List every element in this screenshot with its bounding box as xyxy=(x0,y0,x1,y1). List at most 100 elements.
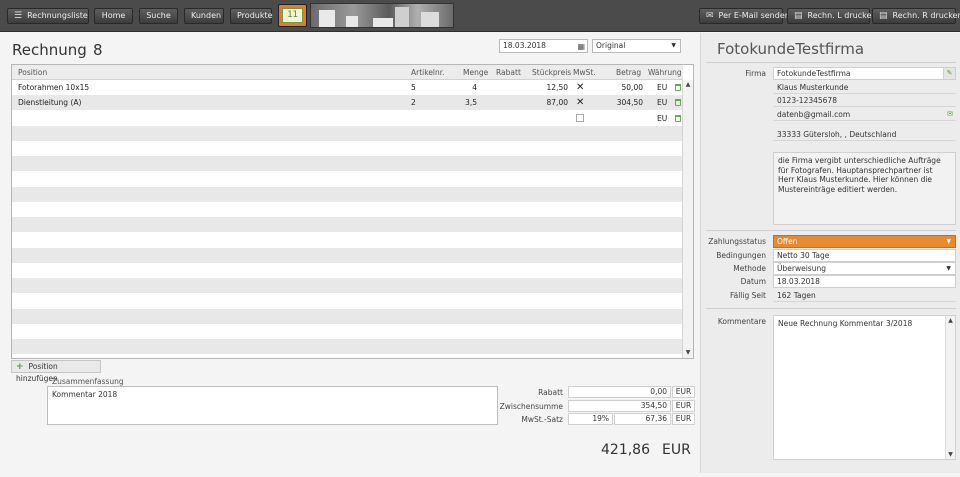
kommentare-textarea[interactable]: Neue Rechnung Kommentar 3/2018 ▲ ▼ xyxy=(773,315,956,460)
add-position-button[interactable]: + Position hinzufügen xyxy=(11,360,101,383)
main-toolbar: ☰ Rechnungsliste Home Suche Kunden Produk… xyxy=(0,0,960,32)
email-field[interactable]: datenb@gmail.com ✉ xyxy=(773,108,956,121)
cell-artikelnr[interactable]: 5 xyxy=(411,80,416,95)
grand-total: 421,86 xyxy=(601,442,650,458)
trash-icon[interactable] xyxy=(675,114,681,122)
version-select[interactable]: Original ▼ xyxy=(592,39,681,53)
methode-label: Methode xyxy=(733,264,766,273)
cell-menge[interactable]: 3,5 xyxy=(465,95,477,110)
summary-textarea[interactable]: Kommentar 2018 xyxy=(47,386,498,425)
rechnungsliste-button[interactable]: ☰ Rechnungsliste xyxy=(7,8,89,24)
table-row[interactable]: Fotorahmen 10x15 5 4 12,50 50,00 EU ✕ xyxy=(12,80,683,95)
cell-menge[interactable]: 4 xyxy=(472,80,477,95)
pencil-icon[interactable]: ✎ xyxy=(943,68,955,79)
invoice-date-value: 18.03.2018 xyxy=(503,41,546,50)
table-row xyxy=(12,263,683,278)
datum-field[interactable]: 18.03.2018 xyxy=(773,275,956,288)
suche-button[interactable]: Suche xyxy=(139,8,178,24)
scroll-up-icon[interactable]: ▲ xyxy=(683,80,693,90)
cell-waehrung[interactable]: EU xyxy=(657,111,667,126)
table-row xyxy=(12,156,683,172)
col-mwst[interactable]: MwSt. xyxy=(573,65,596,80)
print-l-label: Rechn. L drucken xyxy=(807,11,877,20)
brand-banner-image xyxy=(310,3,454,28)
document-icon: ▤ xyxy=(794,11,803,21)
table-row xyxy=(12,247,683,263)
mwst-checkbox-checked[interactable]: ✕ xyxy=(576,95,584,110)
calendar-picker-icon[interactable]: ▦ xyxy=(577,41,585,53)
envelope-icon: ✉ xyxy=(706,11,714,21)
mwst-rate[interactable]: 19% xyxy=(568,413,613,425)
col-waehrung[interactable]: Währung xyxy=(648,65,682,80)
cell-betrag[interactable]: 304,50 xyxy=(617,95,643,110)
col-menge[interactable]: Menge xyxy=(463,65,488,80)
table-row xyxy=(12,233,683,248)
trash-icon[interactable] xyxy=(675,84,681,91)
faellig-label: Fällig Seit xyxy=(729,291,766,300)
cell-artikelnr[interactable]: 2 xyxy=(411,95,416,110)
cell-stueckpreis[interactable]: 12,50 xyxy=(547,80,568,95)
customer-title: FotokundeTestfirma xyxy=(717,40,865,58)
table-row xyxy=(12,278,683,294)
zwischensumme-label: Zwischensumme xyxy=(499,402,563,411)
plus-icon: + xyxy=(16,362,24,372)
firma-value: FotokundeTestfirma xyxy=(777,69,851,78)
cell-position[interactable]: Dienstleitung (A) xyxy=(18,95,81,110)
cell-position[interactable]: Fotorahmen 10x15 xyxy=(18,80,89,95)
chevron-down-icon: ▼ xyxy=(946,265,951,272)
scroll-down-icon[interactable]: ▼ xyxy=(683,348,693,358)
cell-betrag[interactable]: 50,00 xyxy=(622,80,643,95)
scroll-down-icon[interactable]: ▼ xyxy=(946,451,955,458)
calendar-day: 11 xyxy=(282,8,303,23)
col-artikelnr[interactable]: Artikelnr. xyxy=(411,65,445,80)
divider xyxy=(706,62,956,63)
cell-waehrung[interactable]: EU xyxy=(657,80,667,95)
firma-label: Firma xyxy=(745,69,766,78)
positions-table: Position Artikelnr. Menge Rabatt Stückpr… xyxy=(11,64,694,359)
table-scrollbar[interactable]: ▲ ▼ xyxy=(682,80,693,358)
bedingungen-field[interactable]: Netto 30 Tage xyxy=(773,249,956,262)
calendar-icon[interactable]: 11 xyxy=(278,4,307,27)
kommentare-label: Kommentare xyxy=(717,317,766,326)
bedingungen-label: Bedingungen xyxy=(716,251,766,260)
payment-status-select[interactable]: Offen ▼ xyxy=(773,235,956,248)
firma-field[interactable]: FotokundeTestfirma ✎ xyxy=(773,67,956,80)
phone-field: 0123-12345678 xyxy=(773,94,956,107)
mwst-checkbox-checked[interactable]: ✕ xyxy=(576,80,584,95)
methode-select[interactable]: Überweisung ▼ xyxy=(773,262,956,275)
print-l-button[interactable]: ▤ Rechn. L drucken xyxy=(787,8,876,24)
zwischensumme-currency: EUR xyxy=(672,400,695,412)
contact-field: Klaus Musterkunde xyxy=(773,81,956,94)
table-row xyxy=(12,217,683,233)
customer-note[interactable]: die Firma vergibt unterschiedliche Auftr… xyxy=(773,152,956,225)
col-betrag[interactable]: Betrag xyxy=(616,65,641,80)
zahlungsstatus-label: Zahlungsstatus xyxy=(708,237,766,246)
table-row[interactable]: EU xyxy=(12,111,683,126)
document-icon: ▤ xyxy=(879,11,888,21)
col-position[interactable]: Position xyxy=(18,65,47,80)
version-value: Original xyxy=(596,41,626,50)
list-icon: ☰ xyxy=(14,11,23,21)
col-rabatt[interactable]: Rabatt xyxy=(496,65,521,80)
envelope-icon[interactable]: ✉ xyxy=(947,109,953,120)
trash-icon[interactable] xyxy=(675,99,681,107)
print-r-label: Rechn. R drucken xyxy=(892,11,960,20)
col-stueckpreis[interactable]: Stückpreis xyxy=(532,65,571,80)
kommentare-scrollbar[interactable]: ▲ ▼ xyxy=(945,316,955,459)
home-button[interactable]: Home xyxy=(94,8,133,24)
kunden-button[interactable]: Kunden xyxy=(184,8,224,24)
address-field: 33333 Gütersloh, , Deutschland xyxy=(773,128,956,141)
scroll-up-icon[interactable]: ▲ xyxy=(946,317,955,324)
cell-waehrung[interactable]: EU xyxy=(657,95,667,110)
email-send-button[interactable]: ✉ Per E-Mail senden xyxy=(699,8,790,24)
invoice-title: Rechnung xyxy=(12,41,87,59)
email-value: datenb@gmail.com xyxy=(777,110,851,119)
table-row[interactable]: Dienstleitung (A) 2 3,5 87,00 304,50 EU ✕ xyxy=(12,95,683,111)
mwst-checkbox[interactable] xyxy=(576,113,584,122)
rabatt-label: Rabatt xyxy=(538,388,563,397)
produkte-button[interactable]: Produkte xyxy=(230,8,273,24)
print-r-button[interactable]: ▤ Rechn. R drucken xyxy=(872,8,960,24)
cell-stueckpreis[interactable]: 87,00 xyxy=(547,95,568,110)
table-row xyxy=(12,141,683,156)
invoice-date-field[interactable]: 18.03.2018 ▦ xyxy=(499,39,588,53)
